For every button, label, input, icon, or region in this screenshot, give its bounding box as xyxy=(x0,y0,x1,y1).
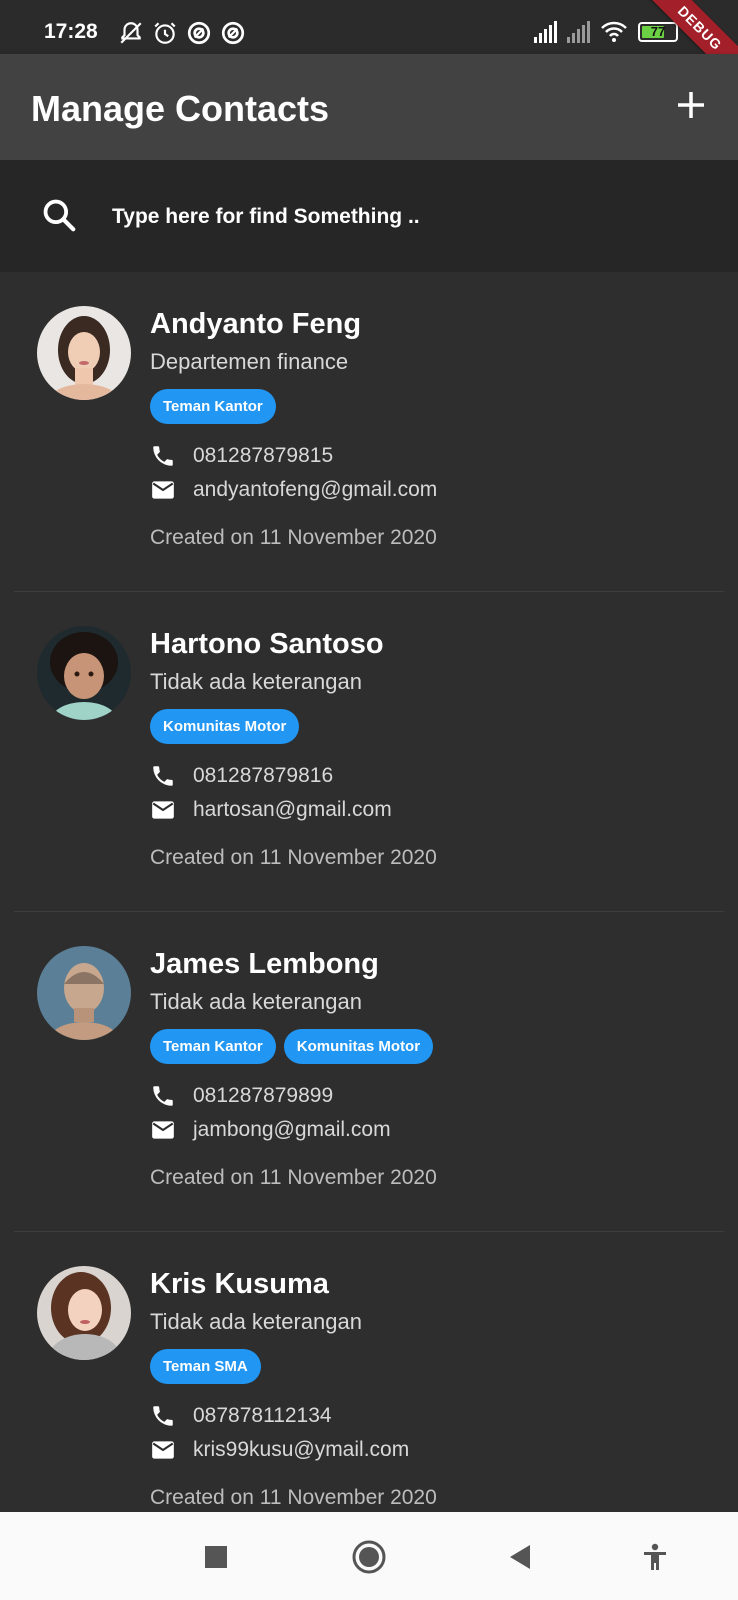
contact-email: kris99kusu@ymail.com xyxy=(193,1438,410,1461)
contact-tags: Teman Kantor xyxy=(150,389,276,424)
contact-name: James Lembong xyxy=(150,948,379,980)
contact-description: Tidak ada keterangan xyxy=(150,1309,362,1334)
contact-phone-row: 081287879815 xyxy=(150,443,333,469)
contact-email: jambong@gmail.com xyxy=(193,1118,391,1141)
contact-tags: Komunitas Motor xyxy=(150,709,300,744)
tag-chip: Komunitas Motor xyxy=(283,1029,434,1064)
search-bar xyxy=(0,160,738,272)
contact-email: andyantofeng@gmail.com xyxy=(193,478,438,501)
status-notification-icons xyxy=(118,20,246,46)
contact-name: Kris Kusuma xyxy=(150,1268,329,1300)
contact-phone: 087878112134 xyxy=(193,1404,332,1427)
phone-icon xyxy=(153,1086,173,1106)
contact-email: hartosan@gmail.com xyxy=(193,798,392,821)
contact-description: Tidak ada keterangan xyxy=(150,669,362,694)
tag-chip: Komunitas Motor xyxy=(150,709,300,744)
contact-phone: 081287879815 xyxy=(193,444,334,467)
contact-description: Tidak ada keterangan xyxy=(150,989,362,1014)
page-title: Manage Contacts xyxy=(31,88,330,129)
avatar xyxy=(37,306,131,400)
contact-email-row: hartosan@gmail.com xyxy=(150,797,392,823)
contact-name: Andyanto Feng xyxy=(150,308,362,340)
signal-icon-2 xyxy=(567,21,590,43)
battery-icon: 77 xyxy=(638,22,678,42)
contact-created-date: Created on 11 November 2020 xyxy=(150,1166,437,1189)
contact-created-date: Created on 11 November 2020 xyxy=(150,1486,437,1509)
phone-icon xyxy=(153,446,173,466)
app-bar: Manage Contacts xyxy=(0,54,738,160)
contact-list: Andyanto Feng Departemen finance Teman K… xyxy=(0,272,738,1512)
mail-icon xyxy=(152,1121,174,1139)
contact-name: Hartono Santoso xyxy=(150,628,384,660)
mail-icon xyxy=(152,481,174,499)
contact-phone-row: 081287879816 xyxy=(150,763,333,789)
avatar xyxy=(37,946,131,1040)
contact-tags: Teman Kantor Komunitas Motor xyxy=(150,1029,434,1064)
contact-created-date: Created on 11 November 2020 xyxy=(150,526,437,549)
contact-description: Departemen finance xyxy=(150,349,349,374)
wifi-icon xyxy=(601,21,627,42)
recent-apps-button[interactable] xyxy=(205,1546,227,1568)
contact-phone-row: 087878112134 xyxy=(150,1403,332,1429)
status-system-icons: 77 xyxy=(534,20,678,44)
back-button[interactable] xyxy=(508,1544,532,1570)
contact-created-date: Created on 11 November 2020 xyxy=(150,846,437,869)
contact-card[interactable]: Andyanto Feng Departemen finance Teman K… xyxy=(0,272,738,592)
contact-email-row: jambong@gmail.com xyxy=(150,1117,391,1143)
search-icon xyxy=(43,199,76,232)
phone-icon xyxy=(153,1406,173,1426)
bell-off-icon xyxy=(120,22,142,44)
phone-icon xyxy=(153,766,173,786)
contact-card[interactable]: Kris Kusuma Tidak ada keterangan Teman S… xyxy=(0,1232,738,1512)
avatar xyxy=(37,626,131,720)
system-nav-bar xyxy=(0,1512,738,1600)
tag-chip: Teman Kantor xyxy=(150,1029,276,1064)
mail-icon xyxy=(152,1441,174,1459)
tag-chip: Teman SMA xyxy=(150,1349,261,1384)
contact-tags: Teman SMA xyxy=(150,1349,261,1384)
avatar xyxy=(37,1266,131,1360)
app-notification-icon xyxy=(187,21,211,45)
signal-icon xyxy=(534,21,557,43)
battery-level: 77 xyxy=(650,24,666,39)
app-notification-icon-2 xyxy=(221,21,245,45)
contact-email-row: andyantofeng@gmail.com xyxy=(150,477,437,503)
status-time: 17:28 xyxy=(44,20,98,43)
home-button[interactable] xyxy=(352,1540,386,1574)
tag-chip: Teman Kantor xyxy=(150,389,276,424)
contact-phone-row: 081287879899 xyxy=(150,1083,333,1109)
mail-icon xyxy=(152,801,174,819)
alarm-icon xyxy=(154,22,176,44)
add-contact-button[interactable] xyxy=(674,88,708,122)
accessibility-icon[interactable] xyxy=(643,1543,667,1571)
contact-phone: 081287879816 xyxy=(193,764,334,787)
contact-email-row: kris99kusu@ymail.com xyxy=(150,1437,409,1463)
search-input[interactable] xyxy=(110,198,694,236)
contact-phone: 081287879899 xyxy=(193,1084,334,1107)
contact-card[interactable]: Hartono Santoso Tidak ada keterangan Kom… xyxy=(0,592,738,912)
status-bar: 17:28 77 DEBUG xyxy=(0,0,738,95)
contact-card[interactable]: James Lembong Tidak ada keterangan Teman… xyxy=(0,912,738,1232)
